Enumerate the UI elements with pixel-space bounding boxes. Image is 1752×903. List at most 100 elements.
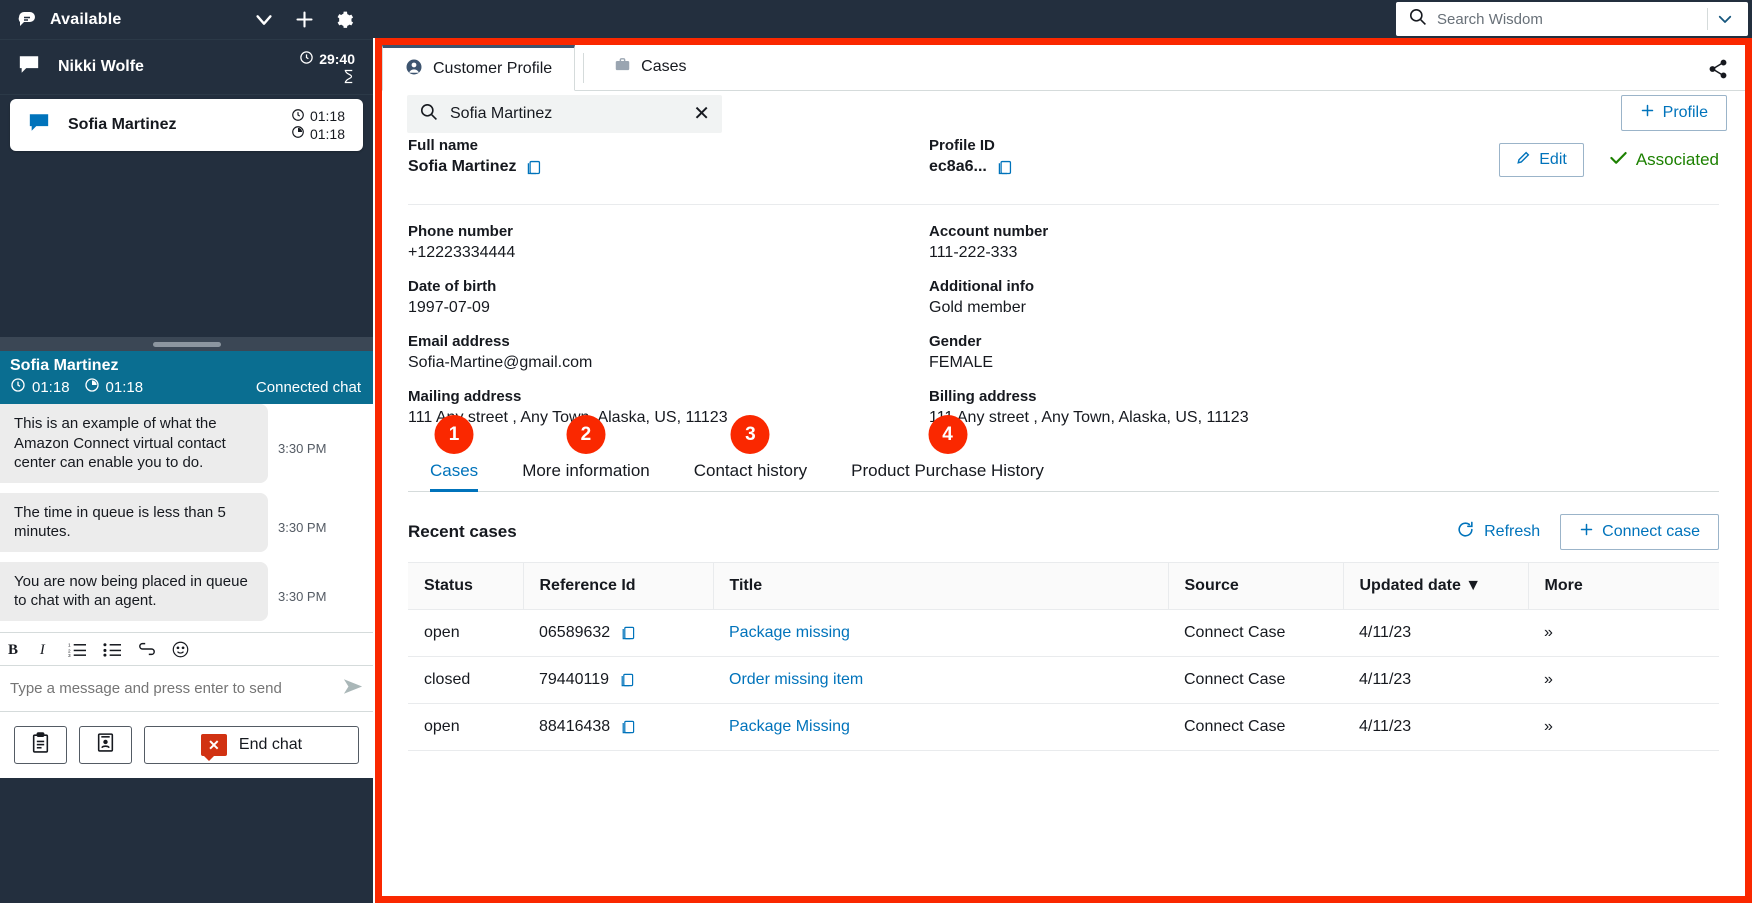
field-value: Sofia Martinez (408, 158, 517, 175)
panel-drag-handle[interactable] (0, 337, 373, 351)
plus-icon[interactable] (289, 5, 319, 35)
column-header-reference-id[interactable]: Reference Id (522, 562, 713, 610)
close-icon[interactable]: ✕ (693, 104, 710, 124)
field-additional-info: Additional info Gold member (929, 278, 1450, 317)
profile-search-row: Recently viewed profiles › Sofia Martine… (382, 91, 1745, 137)
agent-status-label: Available (50, 10, 122, 28)
emoji-icon[interactable] (172, 641, 189, 658)
field-account-number: Account number 111-222-333 (929, 223, 1450, 262)
column-header-source[interactable]: Source (1167, 562, 1343, 610)
tab-cases[interactable]: Cases (592, 45, 708, 90)
pencil-icon (1516, 150, 1531, 170)
chat-message-input[interactable] (10, 680, 343, 697)
cell-title: Package missing (713, 609, 1168, 657)
subtab-contact-history[interactable]: 3 Contact history (672, 415, 829, 491)
italic-icon[interactable]: I (39, 641, 52, 658)
contact-list-item-selected[interactable]: Sofia Martinez 01:18 01:18 (10, 99, 363, 151)
briefcase-icon (614, 56, 631, 78)
top-nav-bar: Search Wisdom (373, 0, 1752, 38)
field-billing-address: Billing address 111 Any street , Any Tow… (929, 388, 1450, 427)
share-icon[interactable] (1707, 58, 1729, 85)
chevron-down-icon[interactable] (1708, 10, 1742, 28)
clipboard-icon (31, 732, 50, 758)
bulleted-list-icon[interactable] (103, 641, 122, 658)
cell-updated-date: 4/11/23 (1343, 656, 1528, 704)
case-title-link[interactable]: Package Missing (729, 718, 850, 735)
row-expand-button[interactable]: » (1528, 703, 1719, 751)
contact-list-item[interactable]: Nikki Wolfe 29:40 (0, 40, 373, 95)
table-row[interactable]: closed 79440119 Order missing item Conne… (408, 656, 1719, 704)
tab-label: Cases (641, 58, 687, 75)
gear-icon[interactable] (329, 5, 359, 35)
connect-case-button[interactable]: Connect case (1560, 514, 1719, 550)
chat-timer-clock: 01:18 (32, 378, 70, 396)
table-row[interactable]: open 06589632 Package missing Connect Ca… (408, 609, 1719, 657)
reference-id-value: 88416438 (539, 718, 611, 735)
ordered-list-icon[interactable]: 123 (68, 641, 87, 658)
svg-text:1: 1 (68, 642, 71, 648)
subtab-label: Product Purchase History (851, 461, 1044, 480)
profile-top-actions: Edit Associated (1499, 143, 1719, 177)
link-icon[interactable] (138, 642, 156, 656)
cell-reference-id: 79440119 (523, 656, 713, 704)
copy-icon[interactable] (996, 159, 1013, 176)
cell-source: Connect Case (1168, 609, 1343, 657)
row-expand-button[interactable]: » (1528, 609, 1719, 657)
bold-icon[interactable]: B (8, 641, 23, 658)
id-card-icon (96, 732, 115, 758)
field-value: 111 Any street , Any Town, Alaska, US, 1… (408, 409, 728, 426)
profile-search-input[interactable]: Sofia Martinez ✕ (407, 95, 722, 133)
copy-icon[interactable] (619, 672, 635, 688)
add-profile-button[interactable]: Profile (1620, 95, 1727, 131)
wisdom-search-box[interactable]: Search Wisdom (1396, 2, 1748, 36)
subtab-label: Contact history (693, 461, 808, 480)
chat-action-bar: ✕ End chat (0, 712, 373, 778)
tab-label: Customer Profile (433, 60, 553, 77)
profile-content: Full name Sofia Martinez Profile ID ec8a… (382, 137, 1745, 751)
quick-responses-button[interactable] (14, 726, 67, 764)
case-title-link[interactable]: Package missing (729, 624, 850, 641)
chevron-down-icon[interactable] (249, 5, 279, 35)
cell-source: Connect Case (1168, 656, 1343, 704)
tab-customer-profile[interactable]: Customer Profile (382, 45, 576, 91)
table-row[interactable]: open 88416438 Package Missing Connect Ca… (408, 703, 1719, 751)
ccp-panel: Available Nikki Wolfe 29:40 Sofia Martin… (0, 0, 373, 903)
send-icon[interactable] (343, 678, 363, 700)
end-chat-button[interactable]: ✕ End chat (144, 726, 359, 764)
profile-search-value: Sofia Martinez (450, 105, 553, 122)
amazon-connect-logo (14, 7, 40, 33)
column-header-updated-date[interactable]: Updated date ▼ (1342, 562, 1528, 610)
chat-session-header: Sofia Martinez 01:18 01:18 Connected cha… (0, 351, 373, 404)
field-label: Phone number (408, 223, 514, 240)
sort-desc-icon: ▼ (1465, 577, 1482, 594)
contact-attributes-button[interactable] (79, 726, 132, 764)
column-header-title[interactable]: Title (712, 562, 1168, 610)
cell-reference-id: 88416438 (523, 703, 713, 751)
copy-icon[interactable] (620, 625, 636, 641)
divider (583, 52, 585, 83)
row-expand-button[interactable]: » (1528, 656, 1719, 704)
case-title-link[interactable]: Order missing item (729, 671, 863, 688)
edit-button[interactable]: Edit (1499, 143, 1584, 177)
field-label: Account number (929, 223, 1049, 240)
refresh-button[interactable]: Refresh (1456, 520, 1540, 544)
chat-input-row[interactable] (0, 666, 373, 712)
copy-icon[interactable] (620, 719, 636, 735)
svg-text:I: I (39, 642, 46, 658)
cell-updated-date: 4/11/23 (1343, 609, 1528, 657)
chat-timer-connected: 01:18 (105, 378, 144, 396)
step-badge-3: 3 (730, 415, 770, 454)
cell-status: open (408, 609, 523, 657)
column-header-status[interactable]: Status (408, 562, 523, 610)
field-profile-id: Profile ID ec8a6... (929, 137, 1450, 176)
subtab-cases[interactable]: 1 Cases (408, 415, 500, 492)
chat-transcript[interactable]: This is an example of what the Amazon Co… (0, 404, 373, 632)
copy-icon[interactable] (525, 159, 542, 176)
reference-id-value: 79440119 (539, 671, 609, 688)
plus-icon (1579, 522, 1594, 542)
field-label: Additional info (929, 278, 1034, 295)
subtab-more-information[interactable]: 2 More information (500, 415, 672, 491)
status-badge-associated: Associated (1610, 150, 1719, 170)
subtab-product-purchase-history[interactable]: 4 Product Purchase History (829, 415, 1066, 491)
step-badge-2: 2 (566, 415, 606, 454)
